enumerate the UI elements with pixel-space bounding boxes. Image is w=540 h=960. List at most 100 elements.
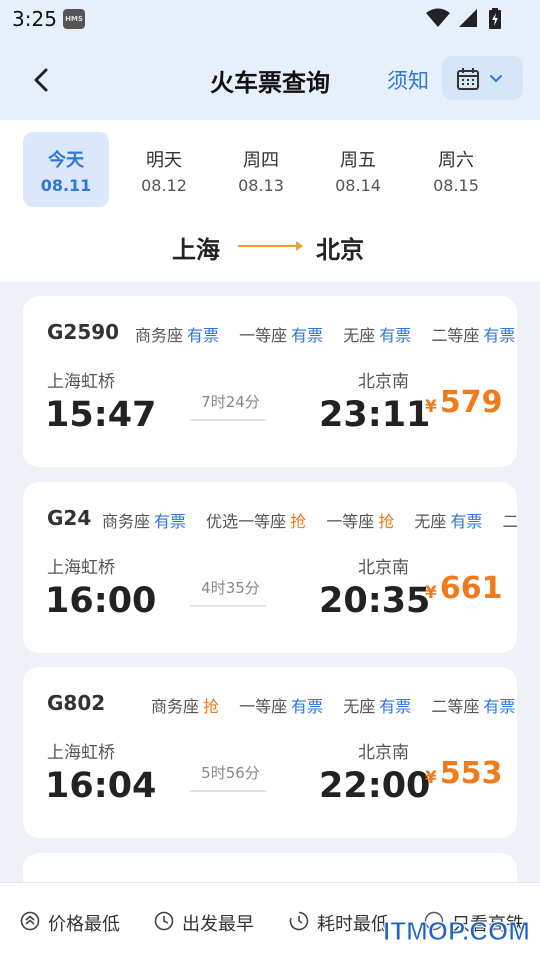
arrive-time: 22:00 [319, 766, 431, 806]
price: ¥579 [425, 385, 502, 420]
duration-line [190, 419, 266, 421]
seat-name: 无座 [343, 697, 376, 716]
nav-bar: 火车票查询 须知 [0, 56, 540, 104]
seat-name: 无座 [343, 326, 376, 345]
seat-item: 一等座 有票 [239, 326, 323, 345]
seat-status: 有票 [187, 326, 220, 345]
seat-status: 抢 [290, 512, 307, 531]
currency-symbol: ¥ [425, 768, 437, 788]
date-tabs: 今天 08.11 明天 08.12 周四 08.13 周五 08.14 周六 0… [0, 120, 540, 218]
sort-depart-label: 出发最早 [182, 914, 254, 935]
seat-item: 二等座 [503, 512, 518, 531]
duration: 5时56分 [201, 764, 260, 782]
seat-status: 有票 [379, 326, 412, 345]
seat-item: 无座 有票 [414, 512, 482, 531]
seat-name: 无座 [414, 512, 447, 531]
train-number: G24 [47, 506, 92, 530]
seat-item: 商务座 有票 [102, 512, 186, 531]
date-tab-date: 08.15 [433, 176, 479, 195]
date-tab-date: 08.13 [238, 176, 284, 195]
seat-list: 商务座 有票 一等座 有票 无座 有票 二等座 有票 [135, 322, 517, 346]
date-tab-date: 08.14 [335, 176, 381, 195]
date-tab-date: 0 [510, 176, 540, 195]
seat-status: 有票 [291, 326, 324, 345]
signal-icon [459, 9, 477, 27]
depart-time: 16:04 [45, 766, 157, 806]
seat-status: 有票 [154, 512, 187, 531]
seat-name: 优选一等座 [206, 512, 287, 531]
date-tab-tomorrow[interactable]: 明天 08.12 [121, 132, 207, 207]
seat-item: 无座 有票 [343, 697, 411, 716]
chevron-left-icon [34, 68, 48, 92]
train-card[interactable]: G24 商务座有票 优选一等座抢 一等座抢 无座有票 二等座 上海虹桥 北京南 … [23, 482, 517, 653]
train-number: G2590 [47, 320, 120, 344]
price-value: 553 [439, 756, 503, 791]
date-tab-thu[interactable]: 周四 08.13 [218, 132, 304, 207]
arrive-time: 20:35 [319, 581, 431, 621]
clock-icon [154, 911, 174, 931]
date-tab-day: 今天 [48, 150, 84, 171]
train-ticket-query-screen: 3:25 HMS 火车票查询 须知 今天 08.11 明天 08.12 周四 0… [0, 0, 540, 960]
seat-status: 抢 [203, 697, 220, 716]
seat-item: 优选一等座抢 [206, 512, 306, 531]
date-tab-sun[interactable]: 周 0 [510, 132, 540, 207]
sort-up-icon [20, 911, 40, 931]
seat-status: 有票 [379, 697, 412, 716]
seat-name: 商务座 [151, 697, 200, 716]
seat-list: 商务座抢 一等座 有票 无座 有票 二等座 有票 [151, 693, 517, 717]
price-value: 661 [439, 571, 503, 606]
date-tab-date: 08.12 [141, 176, 187, 195]
train-card[interactable]: G802 商务座抢 一等座 有票 无座 有票 二等座 有票 上海虹桥 北京南 16:0… [23, 667, 517, 838]
to-station: 北京南 [358, 558, 409, 578]
seat-name: 二等座 [431, 326, 480, 345]
wifi-icon [426, 8, 450, 27]
sort-bar: 价格最低 出发最早 耗时最低 只看高铁 [0, 882, 540, 960]
route-summary: 上海 北京 [0, 218, 540, 282]
arrow-right-icon [296, 241, 303, 251]
train-card[interactable]: G2590 商务座 有票 一等座 有票 无座 有票 二等座 有票 上海虹桥 北京南 15… [23, 296, 517, 467]
date-tab-fri[interactable]: 周五 08.14 [315, 132, 401, 207]
seat-item: 一等座 有票 [239, 697, 323, 716]
seat-item: 二等座 有票 [431, 326, 515, 345]
to-station: 北京南 [358, 372, 409, 392]
date-tab-today[interactable]: 今天 08.11 [23, 132, 109, 207]
notice-button[interactable]: 须知 [387, 65, 429, 95]
price: ¥553 [425, 756, 502, 791]
from-station: 上海虹桥 [47, 558, 115, 578]
hms-badge-icon: HMS [63, 9, 85, 29]
date-tab-sat[interactable]: 周六 08.15 [413, 132, 499, 207]
date-tab-day: 周四 [243, 150, 279, 171]
sort-price-label: 价格最低 [48, 914, 120, 935]
route-arrow-line [238, 245, 300, 247]
seat-item: 商务座 有票 [135, 326, 219, 345]
seat-item: 一等座抢 [326, 512, 394, 531]
sort-duration-label: 耗时最低 [317, 914, 389, 935]
high-speed-only-label: 只看高铁 [452, 914, 524, 935]
seat-name: 一等座 [326, 512, 375, 531]
seat-item: 商务座抢 [151, 697, 219, 716]
seat-item: 无座 有票 [343, 326, 411, 345]
depart-time: 15:47 [45, 395, 157, 435]
calendar-icon [457, 68, 479, 90]
duration-line [190, 605, 266, 607]
status-time: 3:25 [12, 7, 57, 31]
timer-icon [289, 911, 309, 931]
seat-status: 有票 [291, 697, 324, 716]
seat-name: 一等座 [239, 697, 288, 716]
seat-list: 商务座有票 优选一等座抢 一等座抢 无座有票 二等座 [102, 508, 517, 532]
train-number: G802 [47, 691, 106, 715]
status-bar: 3:25 HMS [0, 0, 540, 36]
duration: 4时35分 [201, 579, 260, 597]
header-area: 3:25 HMS 火车票查询 须知 [0, 0, 540, 120]
price: ¥661 [425, 571, 502, 606]
from-station: 上海虹桥 [47, 743, 115, 763]
seat-name: 二等座 [502, 512, 518, 531]
arrive-time: 23:11 [319, 395, 431, 435]
back-button[interactable] [26, 64, 58, 96]
seat-name: 一等座 [239, 326, 288, 345]
date-tab-date: 08.11 [40, 176, 92, 195]
calendar-button[interactable] [442, 56, 523, 100]
seat-item: 二等座 有票 [431, 697, 515, 716]
seat-status: 抢 [378, 512, 395, 531]
route-to: 北京 [316, 236, 364, 264]
